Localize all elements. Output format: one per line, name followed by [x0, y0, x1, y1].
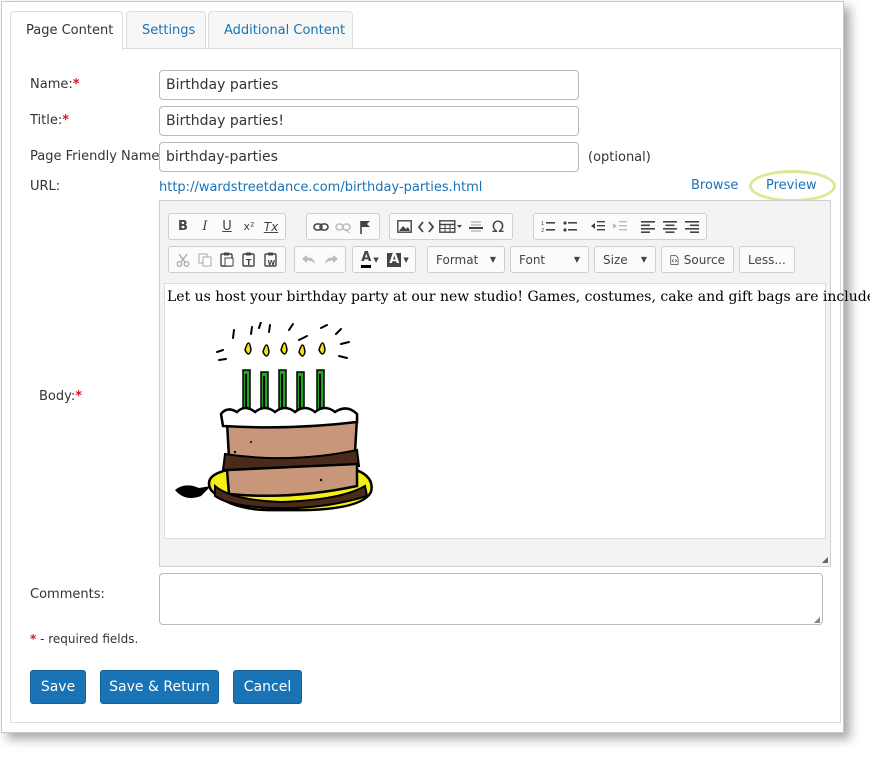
paragraph-group: 12	[533, 213, 707, 240]
colors-group: A ▼ A ▼	[352, 246, 416, 273]
table-icon[interactable]	[437, 216, 465, 238]
url-label: URL:	[30, 179, 61, 194]
editor-content-area[interactable]: Let us host your birthday party at our n…	[164, 283, 870, 539]
size-dropdown[interactable]: Size ▼	[594, 246, 656, 273]
svg-text:1: 1	[541, 221, 544, 227]
page-friendly-name-input[interactable]	[159, 142, 579, 172]
text-color-icon[interactable]: A ▼	[356, 249, 384, 271]
cancel-button[interactable]: Cancel	[233, 670, 302, 704]
numbered-list-icon[interactable]: 12	[537, 216, 559, 238]
insert-group: Ω	[389, 213, 513, 240]
decrease-indent-icon[interactable]	[587, 216, 609, 238]
undo-group	[294, 246, 346, 273]
italic-icon[interactable]: I	[194, 216, 216, 238]
code-embed-icon[interactable]	[415, 216, 437, 238]
svg-text:2: 2	[541, 228, 544, 233]
less-toolbar-button[interactable]: Less...	[739, 246, 795, 273]
background-color-icon[interactable]: A ▼	[384, 249, 412, 271]
body-label: Body:*	[39, 389, 83, 404]
chevron-down-icon: ▼	[640, 255, 647, 264]
format-dropdown[interactable]: Format ▼	[427, 246, 505, 273]
align-right-icon[interactable]	[681, 216, 703, 238]
url-link[interactable]: http://wardstreetdance.com/birthday-part…	[159, 180, 482, 195]
comments-label: Comments:	[30, 587, 105, 602]
save-button[interactable]: Save	[30, 670, 86, 704]
unlink-icon[interactable]	[332, 216, 354, 238]
save-and-return-button[interactable]: Save & Return	[100, 670, 219, 704]
required-fields-note: * - required fields.	[30, 632, 139, 646]
clipboard-group: T W	[168, 246, 286, 273]
required-marker: *	[72, 77, 80, 92]
anchor-flag-icon[interactable]	[354, 216, 376, 238]
increase-indent-icon[interactable]	[609, 216, 631, 238]
tab-additional-content[interactable]: Additional Content	[208, 11, 353, 49]
optional-hint: (optional)	[588, 150, 651, 165]
superscript-icon[interactable]: x²	[238, 216, 260, 238]
page-content-panel: Name:* Title:* Page Friendly Name: (opti…	[10, 48, 870, 723]
rich-text-editor: B I U x² Tx Ω 1 2 T W A ▼ A ▼ Format ▼ F…	[159, 200, 870, 567]
align-left-icon[interactable]	[637, 216, 659, 238]
paste-from-word-icon[interactable]: W	[260, 249, 282, 271]
undo-icon[interactable]	[298, 249, 320, 271]
name-input[interactable]	[159, 70, 579, 100]
basic-styles-group: B I U x² Tx	[168, 213, 286, 240]
underline-icon[interactable]: U	[216, 216, 238, 238]
redo-icon[interactable]	[320, 249, 342, 271]
name-label: Name:*	[30, 77, 80, 92]
editor-resize-handle[interactable]: ◢	[822, 555, 828, 564]
paste-text-icon[interactable]: T	[238, 249, 260, 271]
font-dropdown[interactable]: Font ▼	[510, 246, 589, 273]
paste-icon[interactable]	[216, 249, 238, 271]
align-center-icon[interactable]	[659, 216, 681, 238]
title-label: Title:*	[30, 113, 70, 128]
bulleted-list-icon[interactable]	[559, 216, 581, 238]
svg-text:T: T	[246, 258, 252, 267]
chevron-down-icon: ▼	[573, 255, 580, 264]
required-marker: *	[62, 113, 70, 128]
copy-icon[interactable]	[194, 249, 216, 271]
body-text: Let us host your birthday party at our n…	[167, 289, 870, 305]
title-input[interactable]	[159, 106, 579, 136]
tab-page-content[interactable]: Page Content	[10, 11, 123, 50]
chevron-down-icon: ▼	[489, 255, 496, 264]
horizontal-rule-icon[interactable]	[465, 216, 487, 238]
preview-link[interactable]: Preview	[766, 178, 817, 193]
textarea-resize-handle[interactable]: ◢	[814, 615, 820, 624]
remove-format-icon[interactable]: Tx	[260, 216, 282, 238]
page-friendly-name-label: Page Friendly Name:	[30, 149, 164, 164]
birthday-cake-image	[175, 322, 373, 512]
bold-icon[interactable]: B	[172, 216, 194, 238]
svg-text:W: W	[268, 259, 276, 267]
links-group	[306, 213, 380, 240]
comments-textarea[interactable]: ◢	[159, 573, 823, 625]
page-editor-window: Page Content Settings Additional Content…	[1, 1, 870, 733]
source-button[interactable]: Source	[661, 246, 734, 273]
special-character-icon[interactable]: Ω	[487, 216, 509, 238]
required-marker: *	[75, 389, 83, 404]
tab-settings[interactable]: Settings	[126, 11, 206, 49]
browse-link[interactable]: Browse	[691, 178, 738, 193]
link-icon[interactable]	[310, 216, 332, 238]
cut-icon[interactable]	[172, 249, 194, 271]
source-document-icon	[670, 254, 679, 265]
image-icon[interactable]	[393, 216, 415, 238]
